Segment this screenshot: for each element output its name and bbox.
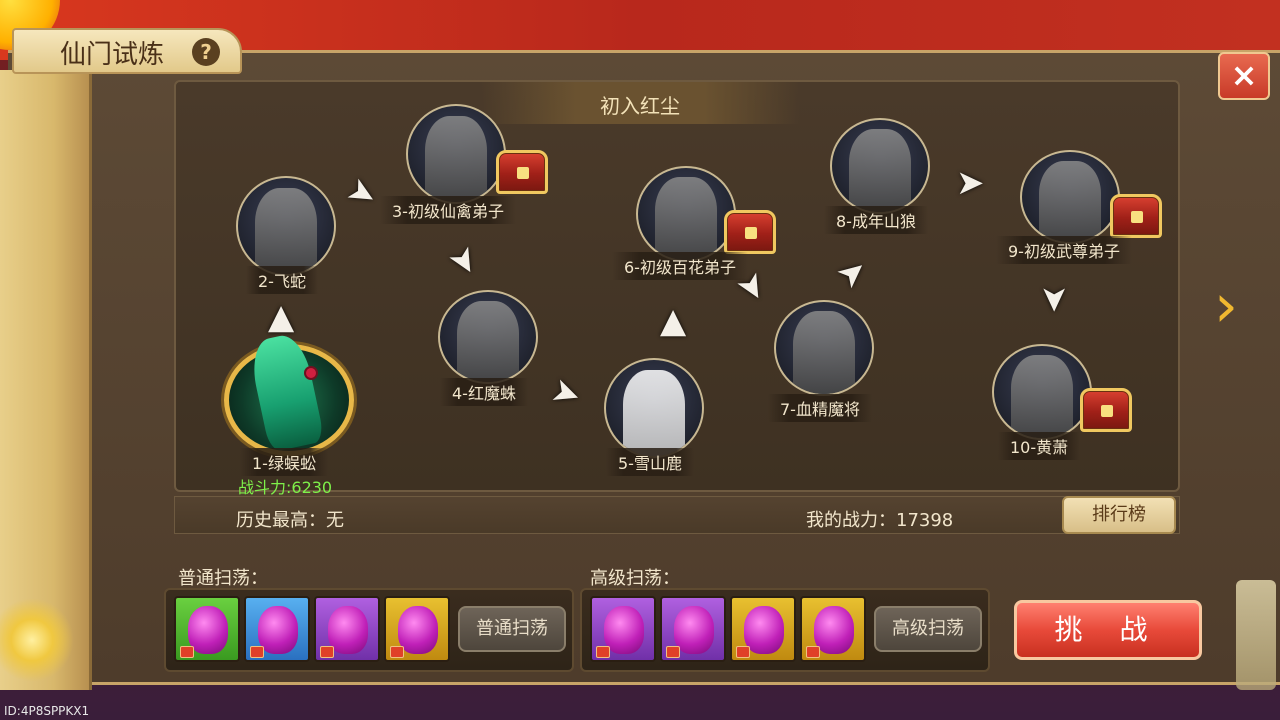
user-id: ID:4P8SPPKX1: [4, 704, 90, 718]
deer-icon: [623, 369, 685, 456]
my-power: 我的战力：17398: [806, 510, 954, 531]
node-7-portrait[interactable]: [774, 300, 874, 396]
gem-icon: [604, 606, 644, 654]
snake-icon: [255, 187, 317, 274]
node-5-label: 5-雪山鹿: [606, 448, 694, 476]
node-2-label: 2-飞蛇: [246, 266, 318, 294]
lantern-decoration: [1236, 580, 1276, 690]
advanced-sweep-button[interactable]: 高级扫荡: [874, 606, 982, 652]
wolf-icon: [849, 129, 911, 212]
history-best: 历史最高：无: [236, 510, 344, 531]
gem-icon: [328, 606, 368, 654]
lock-icon: [666, 646, 680, 658]
lock-icon: [180, 646, 194, 658]
challenge-button[interactable]: 挑 战: [1014, 600, 1202, 660]
stage-title: 初入红尘: [600, 94, 680, 118]
normal-sweep-button[interactable]: 普通扫荡: [458, 606, 566, 652]
reward-item-blue[interactable]: [244, 596, 310, 662]
reward-item-gold[interactable]: [384, 596, 450, 662]
treasure-chest-icon[interactable]: [724, 210, 776, 254]
advanced-sweep-label: 高级扫荡：: [590, 568, 680, 589]
spider-icon: [457, 301, 519, 382]
arrow-down-icon: ➤: [1034, 284, 1075, 314]
reward-item-gold[interactable]: [800, 596, 866, 662]
gem-icon: [814, 606, 854, 654]
node-6-portrait[interactable]: [636, 166, 736, 262]
lock-icon: [250, 646, 264, 658]
node-8-portrait[interactable]: [830, 118, 930, 214]
reward-item-gold[interactable]: [730, 596, 796, 662]
gem-icon: [398, 606, 438, 654]
ranking-button[interactable]: 排行榜: [1062, 496, 1176, 534]
lock-icon: [390, 646, 404, 658]
treasure-chest-icon[interactable]: [1110, 194, 1162, 238]
demon-general-icon: [793, 311, 855, 394]
female-disciple-icon: [425, 115, 487, 202]
treasure-chest-icon[interactable]: [496, 150, 548, 194]
flower-disciple-icon: [655, 177, 717, 260]
lock-icon: [806, 646, 820, 658]
page-title: 仙门试炼: [60, 40, 165, 70]
node-6-label: 6-初级百花弟子: [612, 252, 748, 280]
node-9-portrait[interactable]: [1020, 150, 1120, 244]
node-1-label: 1-绿蜈蚣: [240, 448, 328, 476]
gem-icon: [744, 606, 784, 654]
reward-item-green[interactable]: [174, 596, 240, 662]
node-4-label: 4-红魔蛛: [440, 378, 528, 406]
reward-item-purple[interactable]: [660, 596, 726, 662]
arrow-right-icon: ➤: [956, 163, 985, 203]
node-8-label: 8-成年山狼: [824, 206, 928, 234]
current-power: 战斗力:6230: [238, 478, 333, 497]
lock-icon: [320, 646, 334, 658]
reward-item-purple[interactable]: [314, 596, 380, 662]
node-3-portrait[interactable]: [406, 104, 506, 204]
gem-icon: [188, 606, 228, 654]
arrow-up-icon: ▲: [268, 297, 295, 337]
horned-demon-icon: [1011, 355, 1073, 438]
gem-icon: [674, 606, 714, 654]
normal-sweep-label: 普通扫荡：: [178, 568, 268, 589]
centipede-eye: [304, 366, 318, 380]
next-page-arrow-icon[interactable]: ›: [1214, 276, 1238, 336]
node-10-label: 10-黄萧: [998, 432, 1081, 460]
lock-icon: [736, 646, 750, 658]
node-4-portrait[interactable]: [438, 290, 538, 384]
node-7-label: 7-血精魔将: [768, 394, 872, 422]
arrow-up-icon: ▲: [660, 301, 687, 341]
node-3-label: 3-初级仙禽弟子: [380, 196, 516, 224]
gem-icon: [258, 606, 298, 654]
close-button[interactable]: ×: [1218, 52, 1270, 100]
question-icon[interactable]: ?: [192, 38, 220, 66]
lock-icon: [596, 646, 610, 658]
node-10-portrait[interactable]: [992, 344, 1092, 440]
node-9-label: 9-初级武尊弟子: [996, 236, 1132, 264]
node-2-portrait[interactable]: [236, 176, 336, 276]
close-icon: ×: [1230, 56, 1258, 94]
node-5-portrait[interactable]: [604, 358, 704, 458]
martial-disciple-icon: [1039, 161, 1101, 242]
reward-item-purple[interactable]: [590, 596, 656, 662]
plum-blossom-decoration: [0, 590, 80, 690]
treasure-chest-icon[interactable]: [1080, 388, 1132, 432]
